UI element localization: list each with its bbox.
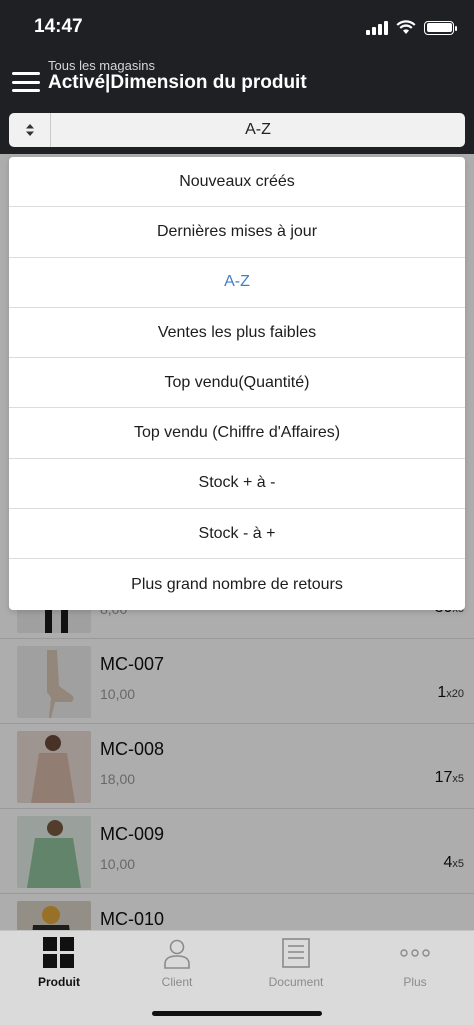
hamburger-menu-icon[interactable]	[12, 70, 40, 94]
sort-dropdown: Nouveaux créés Dernières mises à jour A-…	[9, 157, 465, 610]
tab-label: Produit	[38, 975, 80, 989]
tab-document[interactable]: Document	[237, 937, 355, 993]
store-scope-label[interactable]: Tous les magasins	[48, 58, 155, 73]
tab-plus[interactable]: Plus	[356, 937, 474, 993]
sort-option-stock-asc[interactable]: Stock - à +	[9, 509, 465, 560]
sort-bar: A-Z	[0, 106, 474, 154]
home-indicator	[152, 1011, 322, 1016]
status-bar: 14:47	[0, 0, 474, 56]
person-icon	[164, 939, 190, 969]
sort-arrows-icon[interactable]	[9, 113, 51, 147]
sort-option-last-updated[interactable]: Dernières mises à jour	[9, 207, 465, 258]
sort-option-a-z[interactable]: A-Z	[9, 258, 465, 308]
sort-option-most-returns[interactable]: Plus grand nombre de retours	[9, 559, 465, 609]
grid-icon	[43, 937, 75, 969]
tab-label: Document	[268, 975, 324, 989]
status-icons	[366, 20, 457, 35]
sort-option-stock-desc[interactable]: Stock + à -	[9, 459, 465, 510]
tab-label: Client	[161, 975, 193, 989]
sort-option-lowest-sales[interactable]: Ventes les plus faibles	[9, 308, 465, 359]
sort-option-top-sold-revenue[interactable]: Top vendu (Chiffre d'Affaires)	[9, 408, 465, 459]
status-time: 14:47	[34, 16, 83, 37]
tab-label: Plus	[403, 975, 427, 989]
tab-client[interactable]: Client	[118, 937, 236, 993]
more-icon	[400, 949, 430, 957]
signal-icon	[366, 20, 388, 35]
app-header: Tous les magasins Activé|Dimension du pr…	[0, 56, 474, 106]
sort-select[interactable]: A-Z	[9, 113, 465, 147]
sort-option-newest[interactable]: Nouveaux créés	[9, 157, 465, 208]
sort-option-top-sold-quantity[interactable]: Top vendu(Quantité)	[9, 358, 465, 409]
document-icon	[282, 938, 310, 968]
tab-produit[interactable]: Produit	[0, 937, 118, 993]
page-title[interactable]: Activé|Dimension du produit	[48, 72, 307, 94]
battery-icon	[424, 20, 457, 35]
wifi-icon	[396, 20, 416, 34]
sort-selected-value[interactable]: A-Z	[51, 113, 465, 147]
